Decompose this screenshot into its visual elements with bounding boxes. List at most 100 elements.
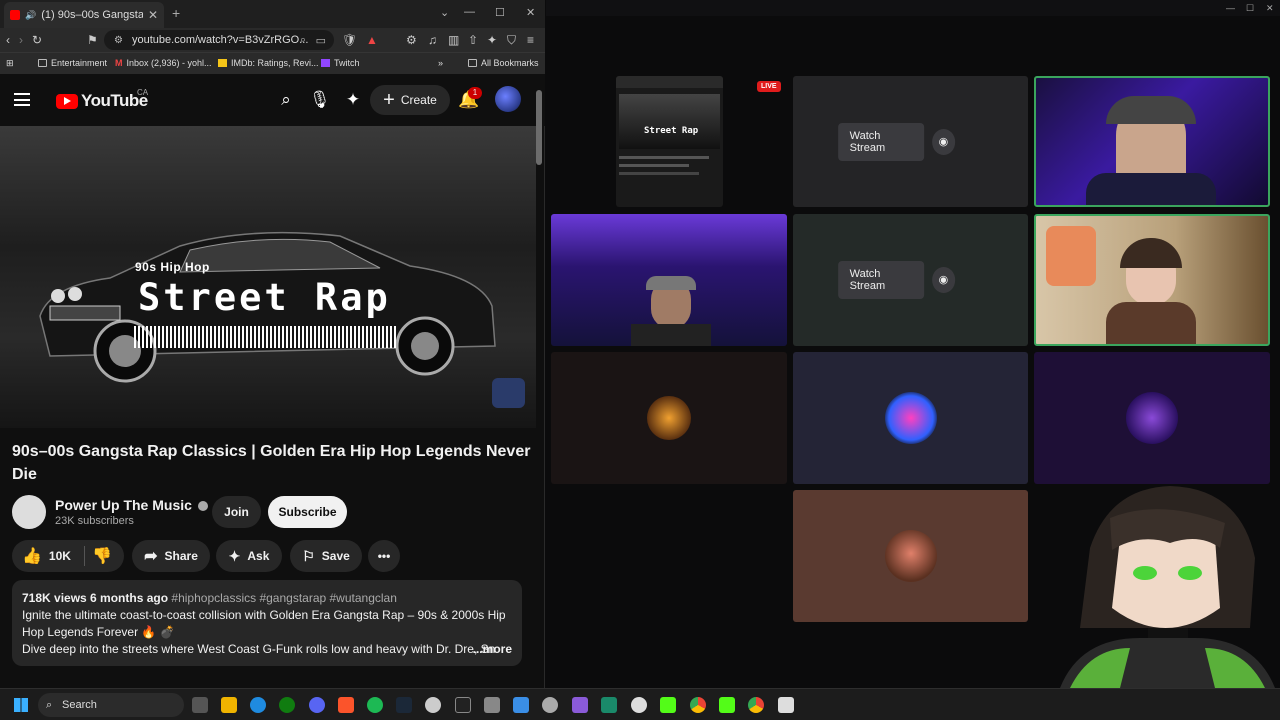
app-icon[interactable] — [601, 697, 617, 713]
bookmark-inbox[interactable]: M Inbox (2,936) - yohl... — [115, 58, 212, 68]
participant-tile-webcam-1[interactable] — [1034, 76, 1270, 207]
gear-icon[interactable] — [631, 697, 647, 713]
browser-tab-youtube[interactable]: 🔊 (1) 90s–00s Gangsta Rap Cla ✕ — [4, 2, 164, 28]
ai-icon[interactable]: ✦ — [487, 33, 497, 47]
steam-icon[interactable] — [396, 697, 412, 713]
participant-tile-avatar-2[interactable] — [793, 352, 1028, 484]
youtube-logo[interactable]: YouTube — [56, 91, 148, 111]
discord-icon[interactable] — [309, 697, 325, 713]
close-window-icon[interactable]: ✕ — [526, 6, 535, 19]
spotify-icon[interactable] — [367, 697, 383, 713]
sidebar-icon[interactable]: ▥ — [448, 33, 459, 47]
new-tab-icon[interactable]: + — [172, 5, 180, 21]
cast-icon[interactable]: ▭ — [316, 34, 326, 47]
windows-start-icon[interactable] — [14, 698, 28, 712]
description-line: Dive deep into the streets where West Co… — [22, 642, 496, 656]
participant-tile-stream-1[interactable]: Watch Stream ◉ — [793, 76, 1028, 207]
video-player[interactable]: 90s Hip Hop Street Rap — [0, 126, 536, 428]
thumbs-down-icon[interactable]: 👎 — [92, 546, 112, 566]
youtube-header: YouTube CA ⌕ 🎙 ✦ 🔔 — [0, 74, 545, 126]
description-box[interactable]: 718K views 6 months ago #hiphopclassics … — [12, 580, 522, 666]
tab-title: (1) 90s–00s Gangsta Rap Cla — [41, 9, 143, 21]
vpn-icon[interactable]: ⛉ — [507, 33, 516, 48]
zoom-icon[interactable]: ⌕ — [300, 34, 306, 47]
reload-icon[interactable]: ↻ — [32, 33, 42, 47]
bookmark-page-icon[interactable]: ⚑ — [87, 33, 98, 47]
show-more-link[interactable]: ...more — [473, 641, 512, 658]
thumbs-up-icon[interactable]: 👍 — [22, 546, 42, 566]
hashtags[interactable]: #hiphopclassics #gangstarap #wutangclan — [171, 591, 397, 605]
obs-icon[interactable] — [425, 697, 441, 713]
microphone-icon[interactable]: 🎙 — [309, 90, 331, 110]
bookmark-entertainment[interactable]: Entertainment — [38, 58, 107, 68]
media-icon[interactable]: ♫ — [428, 33, 437, 47]
participant-tile-avatar-1[interactable] — [551, 352, 787, 484]
xbox-icon[interactable] — [279, 697, 295, 713]
screen-share-preview-tile[interactable]: Street Rap — [616, 76, 723, 207]
address-bar[interactable]: ⚙ youtube.com/watch?v=B3vZrRGO... ⌕ ▭ — [104, 30, 334, 50]
hamburger-menu-icon[interactable] — [14, 93, 30, 106]
channel-avatar[interactable] — [12, 495, 46, 529]
like-count[interactable]: 10K — [49, 549, 71, 563]
participant-tile-avatar-3[interactable] — [1034, 352, 1270, 484]
app-icon[interactable] — [513, 697, 529, 713]
participant-tile-webcam-3[interactable] — [1034, 214, 1270, 346]
bookmark-all[interactable]: All Bookmarks — [468, 58, 539, 68]
chrome-icon[interactable] — [748, 697, 764, 713]
close-tab-icon[interactable]: ✕ — [148, 8, 158, 22]
kick-icon[interactable] — [719, 697, 735, 713]
app-icon[interactable] — [572, 697, 588, 713]
back-icon[interactable]: ‹ — [6, 33, 10, 47]
minimize-icon[interactable]: — — [1226, 3, 1235, 13]
chrome-icon[interactable] — [690, 697, 706, 713]
shields-icon[interactable]: 🛡 — [342, 33, 357, 47]
participant-tile-stream-2[interactable]: Watch Stream ◉ — [793, 214, 1028, 346]
maximize-icon[interactable]: ☐ — [1246, 3, 1254, 14]
ai-sparkle-icon[interactable]: ✦ — [343, 90, 363, 110]
more-bookmarks-icon[interactable]: » — [438, 58, 443, 68]
bookmark-twitch[interactable]: Twitch — [321, 58, 360, 68]
scrollbar-thumb[interactable] — [536, 90, 542, 165]
kick-icon[interactable] — [660, 697, 676, 713]
share-button[interactable]: ➦ Share — [132, 540, 210, 572]
close-window-icon[interactable]: ✕ — [1266, 3, 1274, 14]
forward-icon[interactable]: › — [19, 33, 23, 47]
site-info-icon[interactable]: ⚙ — [114, 35, 123, 46]
maximize-icon[interactable]: ☐ — [495, 6, 505, 19]
app-icon[interactable] — [778, 697, 794, 713]
subscribe-button[interactable]: Subscribe — [268, 496, 347, 528]
brave-icon[interactable] — [338, 697, 354, 713]
settings-gear-icon[interactable] — [542, 697, 558, 713]
notepad-icon[interactable] — [484, 697, 500, 713]
taskbar-search-box[interactable]: ⌕ Search — [38, 693, 184, 717]
watch-stream-button[interactable]: Watch Stream — [837, 122, 924, 161]
speaker-icon[interactable]: 🔊 — [25, 10, 36, 21]
apps-icon[interactable]: ⊞ — [6, 58, 14, 69]
create-button[interactable]: + Create — [370, 85, 450, 115]
file-explorer-icon[interactable] — [221, 697, 237, 713]
channel-name[interactable]: Power Up The Music — [55, 497, 208, 513]
epic-games-icon[interactable] — [455, 697, 471, 713]
rewards-icon[interactable]: ▲ — [366, 33, 378, 47]
extensions-icon[interactable]: ⚙ — [406, 33, 417, 47]
more-actions-button[interactable]: ••• — [368, 540, 400, 572]
preview-eye-icon[interactable]: ◉ — [931, 267, 956, 293]
tab-search-icon[interactable]: ⌄ — [440, 6, 449, 19]
account-avatar[interactable] — [495, 86, 521, 112]
join-button[interactable]: Join — [212, 496, 261, 528]
minimize-icon[interactable]: — — [464, 6, 475, 18]
edge-icon[interactable] — [250, 697, 266, 713]
search-icon[interactable]: ⌕ — [276, 90, 296, 110]
ask-label: Ask — [247, 549, 270, 563]
view-count-date: 718K views 6 months ago — [22, 591, 169, 605]
participant-tile-webcam-2[interactable] — [551, 214, 787, 346]
preview-eye-icon[interactable]: ◉ — [931, 128, 956, 155]
bookmark-imdb[interactable]: IMDb: Ratings, Revi... — [218, 58, 319, 68]
save-button[interactable]: ⚐ Save — [290, 540, 362, 572]
watch-stream-button[interactable]: Watch Stream — [837, 261, 924, 299]
share-page-icon[interactable]: ⇧ — [468, 33, 478, 47]
task-view-icon[interactable] — [192, 697, 208, 713]
menu-icon[interactable]: ≡ — [527, 33, 534, 47]
ask-button[interactable]: ✦ Ask — [216, 540, 282, 572]
participant-tile-avatar-4[interactable] — [793, 490, 1028, 622]
